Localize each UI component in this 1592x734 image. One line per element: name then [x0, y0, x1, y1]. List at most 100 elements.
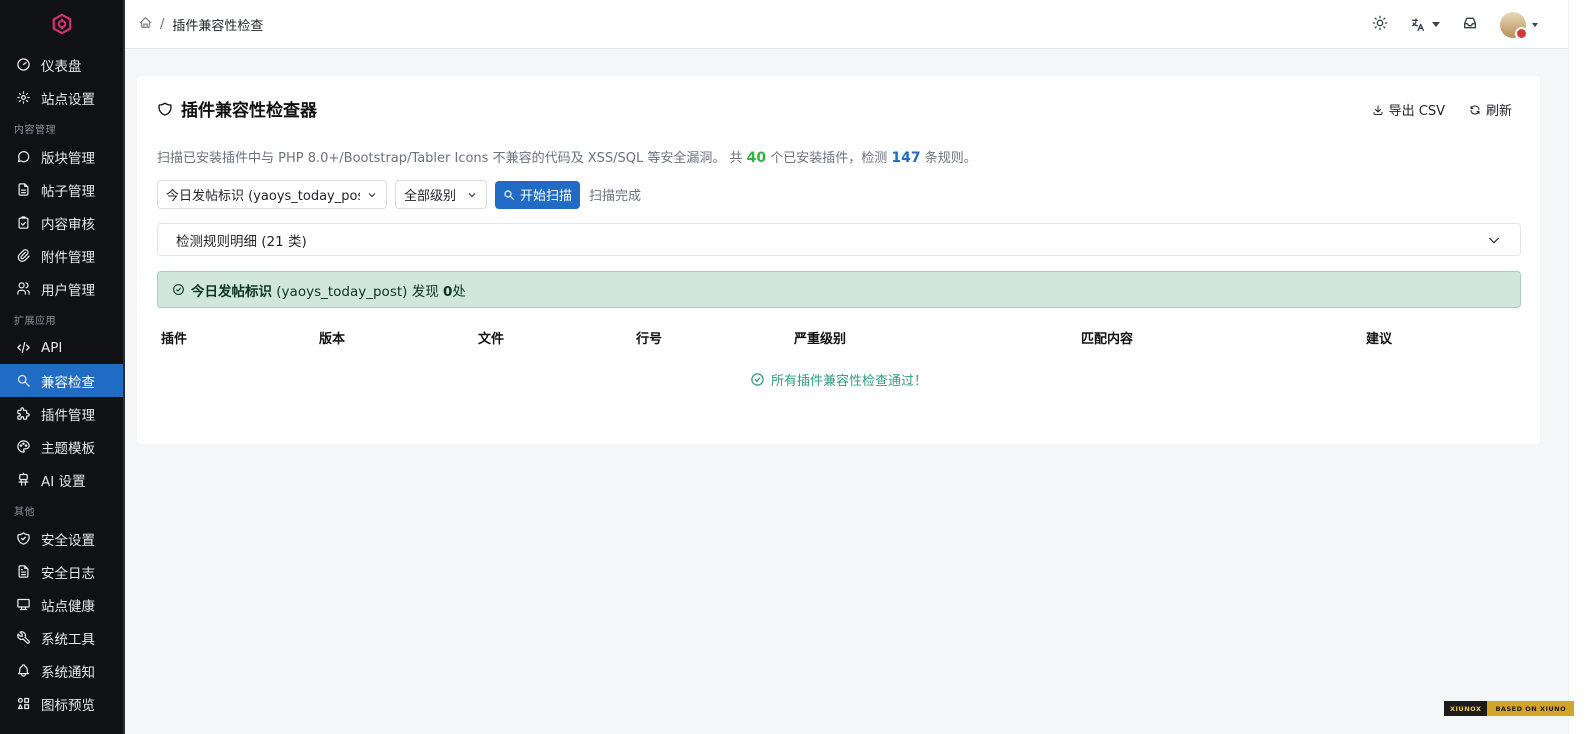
gear-icon — [16, 90, 31, 105]
breadcrumb-current: 插件兼容性检查 — [172, 18, 264, 34]
sidebar-section-label: 其他 — [14, 507, 35, 518]
shield-check-icon — [16, 531, 31, 546]
paperclip-icon — [16, 248, 31, 263]
sidebar-item[interactable]: 图标预览 — [0, 687, 123, 720]
sidebar-item[interactable]: 安全日志 — [0, 555, 123, 588]
sidebar-item[interactable]: 版块管理 — [0, 140, 123, 173]
chevron-down-icon — [1432, 22, 1440, 27]
sidebar-item[interactable]: AI 设置 — [0, 463, 123, 496]
scan-controls: 今日发帖标识 (yaoys_today_post) 全部级别 开始扫描 扫描完成 — [157, 180, 641, 209]
inbox-button[interactable] — [1462, 15, 1478, 35]
sidebar-item[interactable]: 仪表盘 — [0, 48, 123, 81]
column-header: 行号 — [636, 332, 663, 347]
empty-state: 所有插件兼容性检查通过！ — [137, 370, 1540, 389]
file-text-icon — [16, 564, 31, 579]
sidebar-item-label: API — [41, 339, 63, 356]
sidebar-item-label: 兼容检查 — [41, 374, 95, 391]
refresh-button[interactable]: 刷新 — [1469, 100, 1512, 119]
card-actions: 导出 CSV 刷新 — [1372, 100, 1512, 119]
sidebar-item[interactable]: 附件管理 — [0, 239, 123, 272]
palette-icon — [16, 439, 31, 454]
rules-accordion[interactable]: 检测规则明细 (21 类) — [157, 223, 1521, 256]
top-bar: / 插件兼容性检查 — [125, 0, 1568, 49]
inbox-icon — [1464, 17, 1476, 28]
avatar — [1500, 11, 1528, 40]
plugin-select[interactable]: 今日发帖标识 (yaoys_today_post) — [157, 180, 387, 209]
logo-icon — [52, 13, 71, 35]
sidebar-item[interactable]: 用户管理 — [0, 272, 123, 305]
theme-toggle-button[interactable] — [1372, 15, 1388, 35]
user-menu[interactable] — [1500, 11, 1538, 40]
circle-check-icon — [751, 373, 764, 386]
chevron-down-icon — [1532, 22, 1538, 27]
refresh-label: 刷新 — [1485, 104, 1512, 119]
scrollbar-track[interactable] — [1568, 0, 1592, 734]
sidebar-item[interactable]: 兼容检查 — [0, 364, 123, 397]
plugin-count: 40 — [746, 150, 767, 166]
sidebar-item-label: 站点设置 — [41, 91, 95, 108]
level-select-value: 全部级别 — [404, 189, 457, 204]
sidebar-item-label: 主题模板 — [41, 440, 95, 457]
sidebar-item[interactable]: API — [0, 331, 123, 364]
alert-suffix: 处 — [452, 283, 466, 300]
description-suffix: 条规则。 — [920, 151, 977, 166]
language-button[interactable] — [1410, 17, 1440, 33]
column-header: 严重级别 — [794, 332, 847, 347]
device-desktop-icon — [16, 597, 31, 612]
app-logo[interactable] — [0, 0, 123, 48]
powered-by-badge[interactable]: XIUNOX BASED ON XIUNO — [1444, 701, 1575, 716]
column-header: 版本 — [319, 332, 346, 347]
sidebar-menu: 仪表盘站点设置内容管理版块管理帖子管理内容审核附件管理用户管理扩展应用 API 兼容… — [0, 48, 123, 720]
home-icon[interactable] — [139, 16, 152, 33]
start-scan-label: 开始扫描 — [520, 189, 573, 204]
shield-icon — [158, 101, 172, 116]
chevron-down-icon — [368, 192, 376, 197]
sidebar-section-label: 内容管理 — [14, 125, 56, 136]
file-icon — [16, 182, 31, 197]
icons-icon — [16, 696, 31, 711]
level-select[interactable]: 全部级别 — [395, 180, 487, 209]
badge-right: BASED ON XIUNO — [1487, 701, 1575, 716]
message-icon — [16, 149, 31, 164]
sidebar-item[interactable]: 插件管理 — [0, 397, 123, 430]
export-csv-label: 导出 CSV — [1388, 104, 1445, 119]
results-table-header: 插件 版本 文件 行号 严重级别 匹配内容 建议 — [157, 328, 1521, 347]
description-prefix: 扫描已安装插件中与 PHP 8.0+/Bootstrap/Tabler Icon… — [157, 151, 747, 166]
sidebar-item-label: AI 设置 — [41, 473, 86, 490]
sidebar-item-label: 站点健康 — [41, 598, 95, 615]
sidebar-item-label: 系统工具 — [41, 631, 95, 648]
sidebar-section-label: 扩展应用 — [14, 316, 56, 327]
puzzle-icon — [16, 406, 31, 421]
sidebar-item[interactable]: 站点健康 — [0, 588, 123, 621]
sidebar-item[interactable]: 系统通知 — [0, 654, 123, 687]
circle-check-icon — [173, 284, 184, 295]
column-header: 匹配内容 — [1081, 332, 1134, 347]
column-header: 文件 — [478, 332, 505, 347]
sidebar-item-label: 仪表盘 — [41, 58, 82, 75]
page-title: 插件兼容性检查器 — [181, 101, 317, 121]
scan-status: 扫描完成 — [589, 189, 642, 204]
language-icon — [1412, 17, 1424, 31]
start-scan-button[interactable]: 开始扫描 — [495, 180, 581, 209]
description: 扫描已安装插件中与 PHP 8.0+/Bootstrap/Tabler Icon… — [157, 147, 977, 166]
badge-left: XIUNOX — [1444, 701, 1488, 716]
sidebar-item[interactable]: 内容审核 — [0, 206, 123, 239]
sidebar-item-label: 帖子管理 — [41, 183, 95, 200]
breadcrumb: / 插件兼容性检查 — [139, 15, 263, 34]
sidebar-item[interactable]: 安全设置 — [0, 522, 123, 555]
sidebar-item-label: 系统通知 — [41, 664, 95, 681]
sidebar-item-label: 附件管理 — [41, 249, 95, 266]
sidebar-item[interactable]: 系统工具 — [0, 621, 123, 654]
empty-state-message: 所有插件兼容性检查通过！ — [770, 374, 927, 389]
export-csv-button[interactable]: 导出 CSV — [1372, 100, 1445, 119]
chevron-down-icon — [1488, 237, 1500, 244]
sidebar-item[interactable]: 主题模板 — [0, 430, 123, 463]
sidebar-item-label: 内容审核 — [41, 216, 95, 233]
sidebar-item-label: 用户管理 — [41, 282, 95, 299]
alert-plugin-id: (yaoys_today_post) 发现 — [272, 283, 443, 300]
scan-result-alert: 今日发帖标识 (yaoys_today_post) 发现 0处 — [157, 271, 1521, 308]
description-middle: 个已安装插件，检测 — [766, 151, 892, 166]
sidebar-item[interactable]: 帖子管理 — [0, 173, 123, 206]
rule-count: 147 — [891, 150, 921, 166]
sidebar-item[interactable]: 站点设置 — [0, 81, 123, 114]
